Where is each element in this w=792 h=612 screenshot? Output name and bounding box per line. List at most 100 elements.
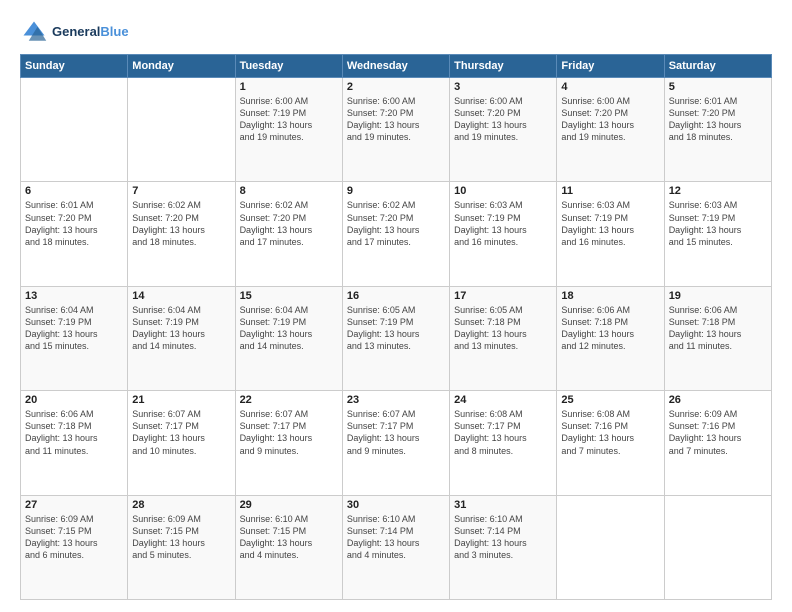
day-number: 12 [669, 185, 767, 197]
calendar-cell: 26 Sunrise: 6:09 AM Sunset: 7:16 PM Dayli… [664, 391, 771, 495]
calendar-cell: 10 Sunrise: 6:03 AM Sunset: 7:19 PM Dayli… [450, 182, 557, 286]
calendar-cell: 17 Sunrise: 6:05 AM Sunset: 7:18 PM Dayli… [450, 286, 557, 390]
calendar-table: SundayMondayTuesdayWednesdayThursdayFrid… [20, 54, 772, 600]
logo: GeneralBlue [20, 18, 129, 46]
day-number: 29 [240, 499, 338, 511]
day-info: Sunrise: 6:06 AM Sunset: 7:18 PM Dayligh… [25, 408, 123, 457]
calendar-cell: 1 Sunrise: 6:00 AM Sunset: 7:19 PM Daylig… [235, 78, 342, 182]
day-number: 21 [132, 394, 230, 406]
day-info: Sunrise: 6:00 AM Sunset: 7:20 PM Dayligh… [347, 95, 445, 144]
calendar-header-row: SundayMondayTuesdayWednesdayThursdayFrid… [21, 55, 772, 78]
calendar-week-row: 27 Sunrise: 6:09 AM Sunset: 7:15 PM Dayli… [21, 495, 772, 599]
calendar-cell: 30 Sunrise: 6:10 AM Sunset: 7:14 PM Dayli… [342, 495, 449, 599]
day-info: Sunrise: 6:06 AM Sunset: 7:18 PM Dayligh… [561, 304, 659, 353]
day-info: Sunrise: 6:00 AM Sunset: 7:20 PM Dayligh… [561, 95, 659, 144]
calendar-cell: 15 Sunrise: 6:04 AM Sunset: 7:19 PM Dayli… [235, 286, 342, 390]
calendar-week-row: 13 Sunrise: 6:04 AM Sunset: 7:19 PM Dayli… [21, 286, 772, 390]
day-info: Sunrise: 6:10 AM Sunset: 7:14 PM Dayligh… [454, 513, 552, 562]
day-number: 5 [669, 81, 767, 93]
day-number: 22 [240, 394, 338, 406]
day-number: 17 [454, 290, 552, 302]
day-number: 4 [561, 81, 659, 93]
calendar-cell [128, 78, 235, 182]
day-info: Sunrise: 6:04 AM Sunset: 7:19 PM Dayligh… [132, 304, 230, 353]
day-info: Sunrise: 6:07 AM Sunset: 7:17 PM Dayligh… [132, 408, 230, 457]
calendar-cell: 18Sunrise: 6:06 AM Sunset: 7:18 PM Dayli… [557, 286, 664, 390]
day-number: 25 [561, 394, 659, 406]
day-number: 9 [347, 185, 445, 197]
day-info: Sunrise: 6:02 AM Sunset: 7:20 PM Dayligh… [132, 199, 230, 248]
calendar-cell [664, 495, 771, 599]
day-number: 6 [25, 185, 123, 197]
weekday-header-sunday: Sunday [21, 55, 128, 78]
page: GeneralBlue SundayMondayTuesdayWednesday… [0, 0, 792, 612]
day-info: Sunrise: 6:03 AM Sunset: 7:19 PM Dayligh… [454, 199, 552, 248]
day-info: Sunrise: 6:09 AM Sunset: 7:15 PM Dayligh… [132, 513, 230, 562]
calendar-cell: 23Sunrise: 6:07 AM Sunset: 7:17 PM Dayli… [342, 391, 449, 495]
day-number: 7 [132, 185, 230, 197]
calendar-cell: 16 Sunrise: 6:05 AM Sunset: 7:19 PM Dayli… [342, 286, 449, 390]
day-info: Sunrise: 6:06 AM Sunset: 7:18 PM Dayligh… [669, 304, 767, 353]
calendar-cell: 4 Sunrise: 6:00 AM Sunset: 7:20 PM Daylig… [557, 78, 664, 182]
day-info: Sunrise: 6:10 AM Sunset: 7:15 PM Dayligh… [240, 513, 338, 562]
day-info: Sunrise: 6:05 AM Sunset: 7:19 PM Dayligh… [347, 304, 445, 353]
weekday-header-wednesday: Wednesday [342, 55, 449, 78]
calendar-cell [21, 78, 128, 182]
weekday-header-tuesday: Tuesday [235, 55, 342, 78]
day-number: 23 [347, 394, 445, 406]
day-number: 26 [669, 394, 767, 406]
day-info: Sunrise: 6:02 AM Sunset: 7:20 PM Dayligh… [240, 199, 338, 248]
day-info: Sunrise: 6:05 AM Sunset: 7:18 PM Dayligh… [454, 304, 552, 353]
day-number: 15 [240, 290, 338, 302]
day-info: Sunrise: 6:02 AM Sunset: 7:20 PM Dayligh… [347, 199, 445, 248]
day-info: Sunrise: 6:00 AM Sunset: 7:20 PM Dayligh… [454, 95, 552, 144]
day-info: Sunrise: 6:00 AM Sunset: 7:19 PM Dayligh… [240, 95, 338, 144]
calendar-cell: 6 Sunrise: 6:01 AM Sunset: 7:20 PM Daylig… [21, 182, 128, 286]
calendar-week-row: 20 Sunrise: 6:06 AM Sunset: 7:18 PM Dayli… [21, 391, 772, 495]
day-info: Sunrise: 6:04 AM Sunset: 7:19 PM Dayligh… [240, 304, 338, 353]
day-number: 1 [240, 81, 338, 93]
weekday-header-saturday: Saturday [664, 55, 771, 78]
day-number: 31 [454, 499, 552, 511]
day-number: 30 [347, 499, 445, 511]
day-info: Sunrise: 6:08 AM Sunset: 7:17 PM Dayligh… [454, 408, 552, 457]
calendar-cell [557, 495, 664, 599]
calendar-cell: 24Sunrise: 6:08 AM Sunset: 7:17 PM Dayli… [450, 391, 557, 495]
weekday-header-monday: Monday [128, 55, 235, 78]
calendar-cell: 2 Sunrise: 6:00 AM Sunset: 7:20 PM Daylig… [342, 78, 449, 182]
day-number: 10 [454, 185, 552, 197]
day-number: 8 [240, 185, 338, 197]
calendar-cell: 27 Sunrise: 6:09 AM Sunset: 7:15 PM Dayli… [21, 495, 128, 599]
calendar-cell: 8 Sunrise: 6:02 AM Sunset: 7:20 PM Daylig… [235, 182, 342, 286]
day-info: Sunrise: 6:03 AM Sunset: 7:19 PM Dayligh… [561, 199, 659, 248]
day-info: Sunrise: 6:09 AM Sunset: 7:16 PM Dayligh… [669, 408, 767, 457]
calendar-cell: 21 Sunrise: 6:07 AM Sunset: 7:17 PM Dayli… [128, 391, 235, 495]
day-number: 16 [347, 290, 445, 302]
day-number: 11 [561, 185, 659, 197]
logo-text: GeneralBlue [52, 24, 129, 40]
day-number: 28 [132, 499, 230, 511]
calendar-cell: 28 Sunrise: 6:09 AM Sunset: 7:15 PM Dayli… [128, 495, 235, 599]
day-number: 27 [25, 499, 123, 511]
day-info: Sunrise: 6:01 AM Sunset: 7:20 PM Dayligh… [25, 199, 123, 248]
calendar-cell: 7 Sunrise: 6:02 AM Sunset: 7:20 PM Daylig… [128, 182, 235, 286]
weekday-header-friday: Friday [557, 55, 664, 78]
day-number: 14 [132, 290, 230, 302]
day-number: 13 [25, 290, 123, 302]
day-number: 20 [25, 394, 123, 406]
day-info: Sunrise: 6:08 AM Sunset: 7:16 PM Dayligh… [561, 408, 659, 457]
calendar-cell: 25 Sunrise: 6:08 AM Sunset: 7:16 PM Dayli… [557, 391, 664, 495]
day-number: 2 [347, 81, 445, 93]
day-info: Sunrise: 6:09 AM Sunset: 7:15 PM Dayligh… [25, 513, 123, 562]
day-info: Sunrise: 6:04 AM Sunset: 7:19 PM Dayligh… [25, 304, 123, 353]
calendar-cell: 19 Sunrise: 6:06 AM Sunset: 7:18 PM Dayli… [664, 286, 771, 390]
day-info: Sunrise: 6:07 AM Sunset: 7:17 PM Dayligh… [240, 408, 338, 457]
calendar-cell: 3Sunrise: 6:00 AM Sunset: 7:20 PM Daylig… [450, 78, 557, 182]
calendar-cell: 12 Sunrise: 6:03 AM Sunset: 7:19 PM Dayli… [664, 182, 771, 286]
calendar-week-row: 6 Sunrise: 6:01 AM Sunset: 7:20 PM Daylig… [21, 182, 772, 286]
calendar-cell: 29 Sunrise: 6:10 AM Sunset: 7:15 PM Dayli… [235, 495, 342, 599]
day-number: 19 [669, 290, 767, 302]
day-info: Sunrise: 6:10 AM Sunset: 7:14 PM Dayligh… [347, 513, 445, 562]
calendar-cell: 5Sunrise: 6:01 AM Sunset: 7:20 PM Daylig… [664, 78, 771, 182]
day-info: Sunrise: 6:03 AM Sunset: 7:19 PM Dayligh… [669, 199, 767, 248]
